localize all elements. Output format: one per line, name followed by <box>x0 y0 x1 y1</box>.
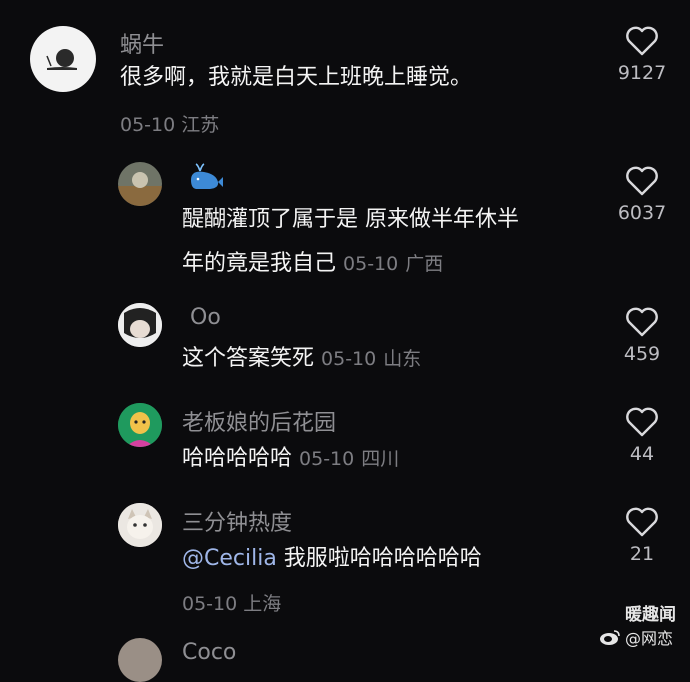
heart-icon <box>626 507 658 537</box>
whale-icon <box>191 163 223 189</box>
comment-text: 哈哈哈哈哈 05-10 四川 <box>182 437 399 481</box>
comment-date: 05-10 <box>321 348 377 370</box>
like-count: 6037 <box>617 202 667 224</box>
comment-4: 老板娘的后花园 哈哈哈哈哈 05-10 四川 44 <box>0 395 690 495</box>
comment-2: 醍醐灌顶了属于是 原来做半年休半 年的竟是我自己 05-10 广西 6037 <box>0 150 690 290</box>
user-mention[interactable]: @Cecilia <box>182 546 277 571</box>
like-count: 459 <box>623 343 661 365</box>
comment-author[interactable]: 蜗牛 <box>120 27 164 59</box>
whale-emoji-name[interactable] <box>188 162 224 198</box>
comment-1: 蜗牛 很多啊，我就是白天上班晚上睡觉。 05-10 江苏 9127 <box>0 0 690 150</box>
heart-icon <box>626 307 658 337</box>
like-button[interactable]: 21 <box>612 507 672 565</box>
watermark-handle-text: @网恋 <box>625 629 674 648</box>
like-count: 44 <box>629 443 655 465</box>
comment-text-content: 我服啦哈哈哈哈哈哈 <box>276 546 482 571</box>
watermark: 暖趣闻 @网恋 <box>599 600 676 649</box>
avatar[interactable] <box>118 638 162 682</box>
comment-text-content: 哈哈哈哈哈 <box>182 446 293 471</box>
comment-author[interactable]: 三分钟热度 <box>182 505 292 537</box>
avatar[interactable] <box>118 303 162 347</box>
snail-icon <box>46 49 77 70</box>
comment-text: @Cecilia 我服啦哈哈哈哈哈哈 <box>182 537 482 581</box>
cat-avatar-icon <box>118 503 162 547</box>
like-button[interactable]: 9127 <box>612 26 672 84</box>
comment-location: 山东 <box>383 348 422 370</box>
comment-text-line-1: 醍醐灌顶了属于是 原来做半年休半 <box>182 207 519 232</box>
photo-avatar-icon <box>118 172 162 206</box>
avatar[interactable] <box>118 162 162 206</box>
comment-text-content: 这个答案笑死 <box>182 346 315 371</box>
comment-date: 05-10 <box>343 253 399 275</box>
heart-icon <box>626 26 658 56</box>
comment-text: 很多啊，我就是白天上班晚上睡觉。 <box>120 65 473 90</box>
comment-meta: 05-10 江苏 <box>120 110 219 137</box>
comment-text-line-2: 年的竟是我自己 05-10 广西 <box>182 242 443 286</box>
cartoon-avatar-icon <box>118 403 162 447</box>
watermark-handle: @网恋 <box>599 625 676 649</box>
heart-icon <box>626 166 658 196</box>
avatar[interactable] <box>118 503 162 547</box>
comment-location: 广西 <box>405 253 444 275</box>
comment-text: 这个答案笑死 05-10 山东 <box>182 337 421 381</box>
like-count: 21 <box>629 543 655 565</box>
comment-author[interactable]: Coco <box>182 640 236 665</box>
comment-3: Oo 这个答案笑死 05-10 山东 459 <box>0 295 690 395</box>
comment-author[interactable]: Oo <box>190 305 221 330</box>
heart-icon <box>626 407 658 437</box>
comment-meta: 05-10 上海 <box>182 589 281 616</box>
avatar[interactable] <box>118 403 162 447</box>
comment-5: 三分钟热度 @Cecilia 我服啦哈哈哈哈哈哈 05-10 上海 21 <box>0 495 690 625</box>
comment-date: 05-10 <box>120 114 176 136</box>
like-button[interactable]: 459 <box>612 307 672 365</box>
watermark-title: 暖趣闻 <box>625 605 676 625</box>
comment-text-line-2-content: 年的竟是我自己 <box>182 251 337 276</box>
photo-avatar-icon <box>118 303 162 347</box>
like-button[interactable]: 44 <box>612 407 672 465</box>
comment-date: 05-10 <box>299 448 355 470</box>
comment-author[interactable]: 老板娘的后花园 <box>182 405 336 437</box>
comment-location: 江苏 <box>181 114 220 136</box>
comment-location: 上海 <box>243 593 282 615</box>
like-count: 9127 <box>617 62 667 84</box>
comment-date: 05-10 <box>182 593 238 615</box>
comment-6: Coco <box>0 630 690 682</box>
like-button[interactable]: 6037 <box>612 166 672 224</box>
comment-location: 四川 <box>361 448 400 470</box>
avatar[interactable] <box>30 26 96 92</box>
weibo-logo-icon <box>600 630 620 645</box>
